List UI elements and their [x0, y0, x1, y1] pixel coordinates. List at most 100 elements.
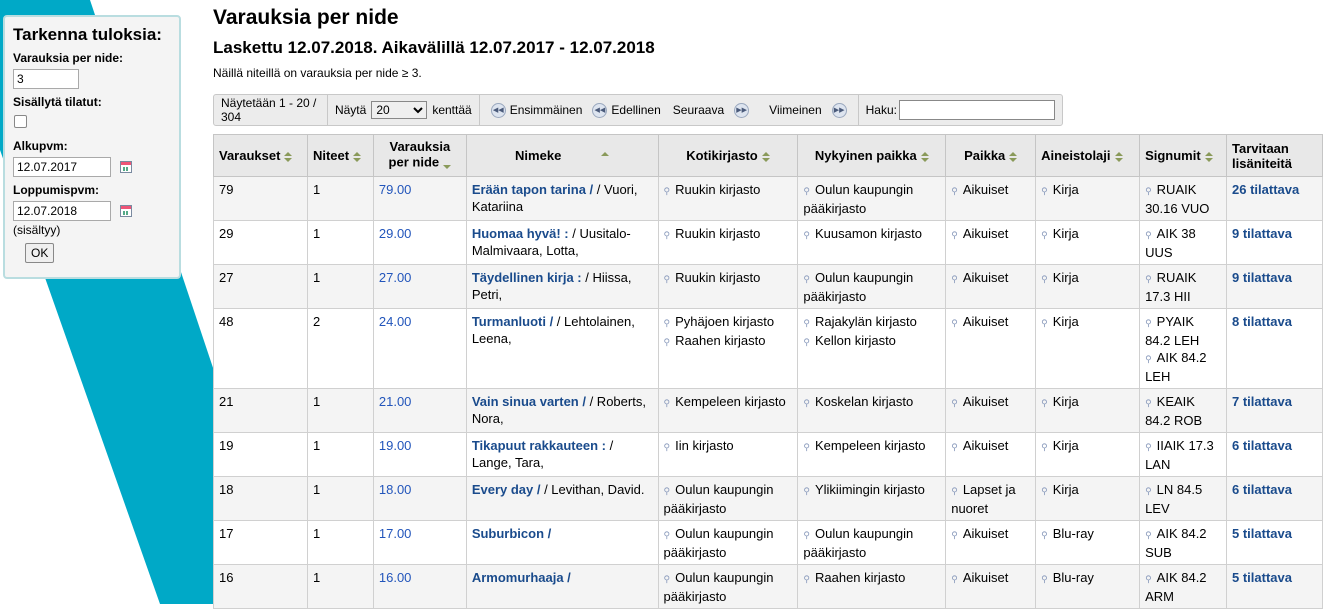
title-link[interactable]: Suburbicon /	[472, 526, 551, 541]
ratio-link[interactable]: 24.00	[379, 314, 412, 329]
ratio-link[interactable]: 19.00	[379, 438, 412, 453]
cell-location: Aikuiset	[945, 308, 1037, 389]
first-page-link[interactable]: Ensimmäinen	[510, 103, 583, 117]
current-location: Kellon kirjasto	[803, 332, 940, 351]
include-ordered-checkbox[interactable]	[14, 115, 27, 128]
cell-call-numbers: IIAIK 17.3 LAN	[1139, 432, 1228, 477]
cell-holds: 79	[213, 176, 308, 221]
item-type: Kirja	[1041, 181, 1134, 200]
calendar-icon[interactable]	[120, 160, 133, 173]
ratio-link[interactable]: 29.00	[379, 226, 412, 241]
col-location[interactable]: Paikka	[945, 134, 1037, 177]
cell-needed: 5 tilattava	[1226, 520, 1323, 565]
cell-item-type: Kirja	[1035, 220, 1141, 265]
cell-items: 1	[306, 388, 374, 433]
title-link[interactable]: Täydellinen kirja :	[472, 270, 582, 285]
title-link[interactable]: Vain sinua varten /	[472, 394, 586, 409]
title-link[interactable]: Huomaa hyvä! :	[472, 226, 569, 241]
cell-items: 1	[306, 476, 374, 521]
previous-page-icon[interactable]: ◀◀	[592, 102, 608, 118]
col-current-location[interactable]: Nykyinen paikka	[797, 134, 947, 177]
title-link[interactable]: Every day /	[472, 482, 541, 497]
order-link[interactable]: 8 tilattava	[1232, 314, 1292, 329]
order-link[interactable]: 6 tilattava	[1232, 438, 1292, 453]
order-link[interactable]: 9 tilattava	[1232, 270, 1292, 285]
order-link[interactable]: 9 tilattava	[1232, 226, 1292, 241]
header-label: Tarvitaan lisäniteitä	[1232, 140, 1292, 171]
cell-item-type: Kirja	[1035, 432, 1141, 477]
table-body: 79 1 79.00 Erään tapon tarina / / Vuori, Ka…	[213, 176, 1323, 609]
cell-call-numbers: AIK 84.2 ARM	[1139, 564, 1228, 609]
per-item-label: Varauksia per nide:	[13, 51, 124, 65]
home-library: Raahen kirjasto	[664, 332, 793, 351]
sidebar-title: Tarkenna tuloksia:	[13, 25, 162, 44]
col-holds[interactable]: Varaukset	[213, 134, 308, 177]
cell-current-location: Kempeleen kirjasto	[797, 432, 947, 477]
cell-item-type: Blu-ray	[1035, 564, 1141, 609]
end-date-input[interactable]	[13, 201, 111, 221]
col-item-type[interactable]: Aineistolaji	[1035, 134, 1141, 177]
search-input[interactable]	[899, 100, 1055, 120]
cell-call-numbers: AIK 38 UUS	[1139, 220, 1228, 265]
cell-location: Aikuiset	[945, 220, 1037, 265]
cell-items: 1	[306, 176, 374, 221]
order-link[interactable]: 7 tilattava	[1232, 394, 1292, 409]
cell-title: Turmanluoti / / Lehtolainen, Leena,	[465, 308, 659, 389]
cell-call-numbers: LN 84.5 LEV	[1139, 476, 1228, 521]
col-home-library[interactable]: Kotikirjasto	[657, 134, 799, 177]
first-page-icon[interactable]: ◀◀	[490, 102, 506, 118]
table-row: 19 1 19.00 Tikapuut rakkauteen : / Lange, T…	[213, 432, 1323, 477]
next-page-link[interactable]: Seuraava	[673, 103, 724, 117]
current-location: Oulun kaupungin pääkirjasto	[803, 181, 940, 217]
ratio-link[interactable]: 21.00	[379, 394, 412, 409]
next-page-icon[interactable]: ▶▶	[734, 102, 750, 118]
pagination-nav: ◀◀ Ensimmäinen ◀◀ Edellinen Seuraava ▶▶ …	[480, 95, 859, 125]
start-date-input[interactable]	[13, 157, 111, 177]
cell-ratio: 19.00	[372, 432, 467, 477]
last-page-link[interactable]: Viimeinen	[769, 103, 821, 117]
cell-holds: 21	[213, 388, 308, 433]
cell-holds: 48	[213, 308, 308, 389]
previous-page-link[interactable]: Edellinen	[611, 103, 660, 117]
col-needed[interactable]: Tarvitaan lisäniteitä	[1226, 134, 1323, 177]
home-library: Ruukin kirjasto	[664, 181, 793, 200]
cell-call-numbers: AIK 84.2 SUB	[1139, 520, 1228, 565]
page-size-select[interactable]: 20	[371, 101, 428, 119]
title-link[interactable]: Erään tapon tarina /	[472, 182, 593, 197]
title-link[interactable]: Tikapuut rakkauteen :	[472, 438, 606, 453]
cell-items: 1	[306, 220, 374, 265]
calendar-icon[interactable]	[120, 204, 133, 217]
order-link[interactable]: 6 tilattava	[1232, 482, 1292, 497]
title-link[interactable]: Armomurhaaja /	[472, 570, 571, 585]
cell-needed: 26 tilattava	[1226, 176, 1323, 221]
col-call-numbers[interactable]: Signumit	[1139, 134, 1228, 177]
ratio-link[interactable]: 18.00	[379, 482, 412, 497]
col-title[interactable]: Nimeke	[465, 134, 659, 177]
ratio-link[interactable]: 27.00	[379, 270, 412, 285]
cell-home-library: Oulun kaupungin pääkirjasto	[657, 476, 799, 521]
sort-icon	[761, 151, 770, 162]
col-items[interactable]: Niteet	[306, 134, 374, 177]
col-ratio[interactable]: Varauksia per nide	[372, 134, 467, 177]
cell-location: Lapset ja nuoret	[945, 476, 1037, 521]
last-page-icon[interactable]: ▶▶	[831, 102, 847, 118]
home-library: Oulun kaupungin pääkirjasto	[664, 525, 793, 561]
ratio-link[interactable]: 16.00	[379, 570, 412, 585]
title-link[interactable]: Turmanluoti /	[472, 314, 553, 329]
home-library: Oulun kaupungin pääkirjasto	[664, 569, 793, 605]
ratio-link[interactable]: 79.00	[379, 182, 412, 197]
order-link[interactable]: 26 tilattava	[1232, 182, 1299, 197]
ok-button[interactable]: OK	[25, 243, 55, 263]
call-number: AIK 84.2 LEH	[1145, 349, 1221, 385]
ratio-link[interactable]: 17.00	[379, 526, 412, 541]
cell-ratio: 16.00	[372, 564, 467, 609]
per-item-input[interactable]	[13, 69, 79, 89]
home-library: Pyhäjoen kirjasto	[664, 313, 793, 332]
order-link[interactable]: 5 tilattava	[1232, 526, 1292, 541]
call-number: RUAIK 30.16 VUO	[1145, 181, 1221, 217]
call-number: KEAIK 84.2 ROB	[1145, 393, 1221, 429]
sort-desc-icon	[443, 162, 452, 172]
refine-results-panel: Tarkenna tuloksia: Varauksia per nide: S…	[3, 15, 181, 279]
order-link[interactable]: 5 tilattava	[1232, 570, 1292, 585]
cell-item-type: Kirja	[1035, 476, 1141, 521]
